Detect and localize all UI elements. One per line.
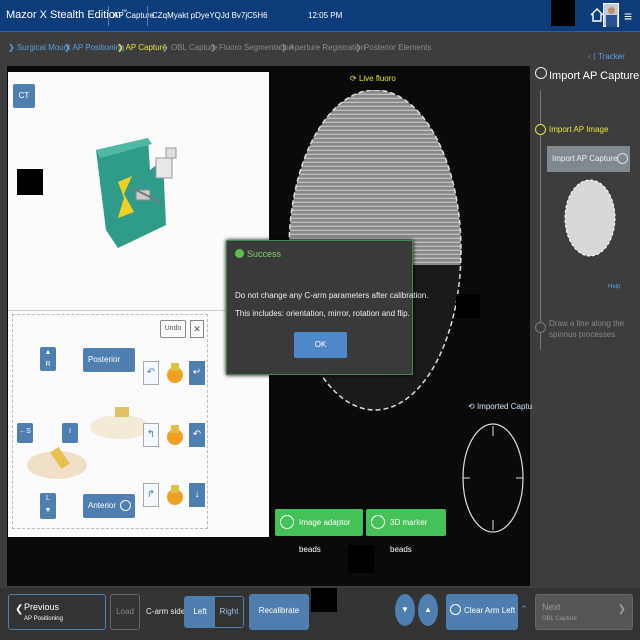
bead-icon xyxy=(371,515,385,529)
top-bar: Mazor X Stealth Edition™ AP Capture CZqM… xyxy=(0,0,640,32)
imported-capture-image[interactable] xyxy=(460,422,526,534)
dialog-message: This includes: orientation, mirror, rota… xyxy=(235,309,410,318)
live-fluoro-label: ⟳ Live fluoro xyxy=(350,74,396,83)
carm-side-toggle[interactable]: Left Right xyxy=(184,596,244,628)
step-indicator xyxy=(535,67,547,79)
breadcrumb: ❯ Surgical Mount ❯ AP Positioning ❯ AP C… xyxy=(0,33,640,61)
dialog-message: Do not change any C-arm parameters after… xyxy=(235,291,429,300)
chevron-right-icon: ❯ xyxy=(617,604,626,615)
separator xyxy=(147,6,148,26)
breadcrumb-posterior-elements: ❯ Posterior Elements xyxy=(355,43,432,52)
gear-icon xyxy=(617,153,628,164)
left-option[interactable]: Left xyxy=(185,597,215,627)
redaction-block xyxy=(348,545,374,573)
tracker-link[interactable]: ‹ ⟨ Tracker xyxy=(588,52,625,61)
import-ap-capture-button[interactable]: Import AP Capture xyxy=(547,146,630,172)
step-inactive-indicator xyxy=(535,322,546,333)
mirror-icon[interactable]: ↰ xyxy=(143,423,159,447)
help-link[interactable]: Help xyxy=(608,284,620,290)
chevron-up-icon[interactable]: ⌃ xyxy=(520,604,528,615)
previous-button[interactable]: ❮ Previous AP Positioning xyxy=(8,594,106,630)
dialog-title: Success xyxy=(227,241,412,263)
breadcrumb-ap-capture[interactable]: ❯ AP Capture xyxy=(117,43,167,52)
arrow-up-button[interactable]: ▲ xyxy=(418,594,438,626)
redaction-block xyxy=(311,588,337,612)
c-arm-icon xyxy=(167,485,183,505)
breadcrumb-aperture-registration: ❯ Aperture Registration xyxy=(281,43,366,52)
bead-icon xyxy=(280,515,294,529)
next-button[interactable]: Next OBL Capture ❯ xyxy=(535,594,633,630)
c-arm-icon xyxy=(167,425,183,445)
clear-icon xyxy=(450,604,461,615)
patient-silhouette xyxy=(27,446,87,479)
rotate-back-icon[interactable]: ↶ xyxy=(189,423,205,447)
ok-button[interactable]: OK xyxy=(294,332,347,358)
patient-id: CZqMyakt pDyeYQJd Bv7jC5H6 xyxy=(152,11,268,20)
redaction-block xyxy=(551,0,575,26)
orientation-option[interactable]: ↶ ↵ xyxy=(143,353,207,393)
robot-3d-model xyxy=(96,138,177,248)
user-avatar[interactable] xyxy=(603,3,619,27)
step-import-ap-image: Import AP Image xyxy=(549,125,609,134)
right-option[interactable]: Right xyxy=(215,597,243,627)
carm-side-label: C-arm side: xyxy=(146,607,188,616)
image-adaptor-beads-button[interactable]: Image adaptor beads xyxy=(275,509,363,554)
c-arm-icon xyxy=(167,363,183,383)
imported-capture-label: ⟲ Imported Capture xyxy=(468,402,540,411)
chevron-left-icon: ❮ xyxy=(15,604,24,615)
arrow-down-button[interactable]: L ▼ xyxy=(40,493,56,519)
success-dialog: Success Do not change any C-arm paramete… xyxy=(226,240,428,375)
flip-icon[interactable]: ↵ xyxy=(189,361,205,385)
arrow-up-button[interactable]: ▲ R xyxy=(40,347,56,371)
step-draw-line: Draw a line along the spinous processes xyxy=(549,319,625,339)
check-icon xyxy=(235,249,244,258)
arrow-down-button[interactable]: ▼ xyxy=(395,594,415,626)
ct-button[interactable]: CT xyxy=(13,84,35,108)
load-button[interactable]: Load xyxy=(110,594,140,630)
flip-down-icon[interactable]: ↓ xyxy=(189,483,205,507)
current-tab-label: AP Capture xyxy=(113,11,155,20)
step-active-indicator xyxy=(535,124,546,135)
side-panel-title: Import AP Capture xyxy=(549,70,640,82)
rotate-icon[interactable]: ↶ xyxy=(143,361,159,385)
menu-icon[interactable]: ≡ xyxy=(624,8,632,24)
ap-capture-thumbnail[interactable] xyxy=(563,178,617,258)
posterior-button[interactable]: Posterior xyxy=(83,348,135,372)
clock: 12:05 PM xyxy=(308,11,343,20)
home-icon[interactable] xyxy=(590,8,604,22)
flip-vertical-icon[interactable]: ↱ xyxy=(143,483,159,507)
undo-button[interactable]: Undo xyxy=(160,320,186,338)
redaction-block xyxy=(456,294,480,318)
clear-arm-left-button[interactable]: Clear Arm Left xyxy=(446,594,518,630)
redaction-block xyxy=(17,169,43,195)
breadcrumb-surgical-mount[interactable]: ❯ Surgical Mount xyxy=(8,43,70,52)
anterior-button[interactable]: Anterior xyxy=(83,494,135,518)
orientation-option[interactable]: ↰ ↶ xyxy=(143,415,207,455)
orientation-option[interactable]: ↱ ↓ xyxy=(143,479,207,519)
marker-beads-button[interactable]: 3D marker beads xyxy=(366,509,446,554)
separator xyxy=(108,6,109,26)
breadcrumb-ap-positioning[interactable]: ❯ AP Positioning xyxy=(64,43,124,52)
close-button[interactable]: ✕ xyxy=(190,320,204,338)
recalibrate-button[interactable]: Recalibrate xyxy=(249,594,309,630)
